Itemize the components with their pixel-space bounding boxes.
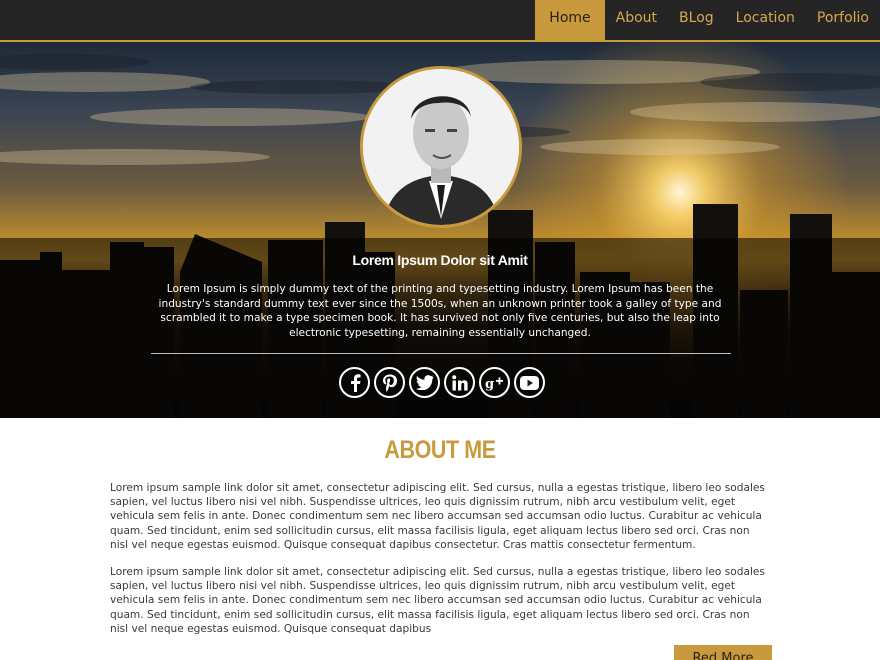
nav-menu: Home About BLog Location Porfolio	[535, 0, 880, 40]
top-navbar: Home About BLog Location Porfolio	[0, 0, 880, 42]
hero-section: Lorem Ipsum Dolor sit Amit Lorem Ipsum i…	[0, 42, 880, 418]
about-paragraph-2: Lorem ipsum sample link dolor sit amet, …	[110, 566, 765, 635]
nav-item-blog[interactable]: BLog	[668, 0, 725, 40]
profile-avatar	[360, 66, 522, 228]
nav-item-about[interactable]: About	[605, 0, 668, 40]
nav-item-portfolio[interactable]: Porfolio	[806, 0, 880, 40]
about-heading: ABOUT ME	[384, 436, 496, 464]
google-plus-icon[interactable]: g	[479, 367, 510, 398]
twitter-icon[interactable]	[409, 367, 440, 398]
linkedin-icon[interactable]	[444, 367, 475, 398]
hero-title: Lorem Ipsum Dolor sit Amit	[352, 252, 528, 268]
social-links: g	[339, 367, 545, 398]
profile-portrait-image	[363, 69, 519, 225]
youtube-icon[interactable]	[514, 367, 545, 398]
hero-description: Lorem Ipsum is simply dummy text of the …	[158, 283, 722, 339]
pinterest-icon[interactable]	[374, 367, 405, 398]
svg-text:g: g	[485, 377, 494, 391]
about-paragraph-1: Lorem ipsum sample link dolor sit amet, …	[110, 482, 765, 551]
read-more-button[interactable]: Red More	[674, 645, 772, 660]
nav-item-home[interactable]: Home	[535, 0, 605, 40]
hero-divider	[151, 353, 731, 354]
nav-item-location[interactable]: Location	[725, 0, 806, 40]
facebook-icon[interactable]	[339, 367, 370, 398]
